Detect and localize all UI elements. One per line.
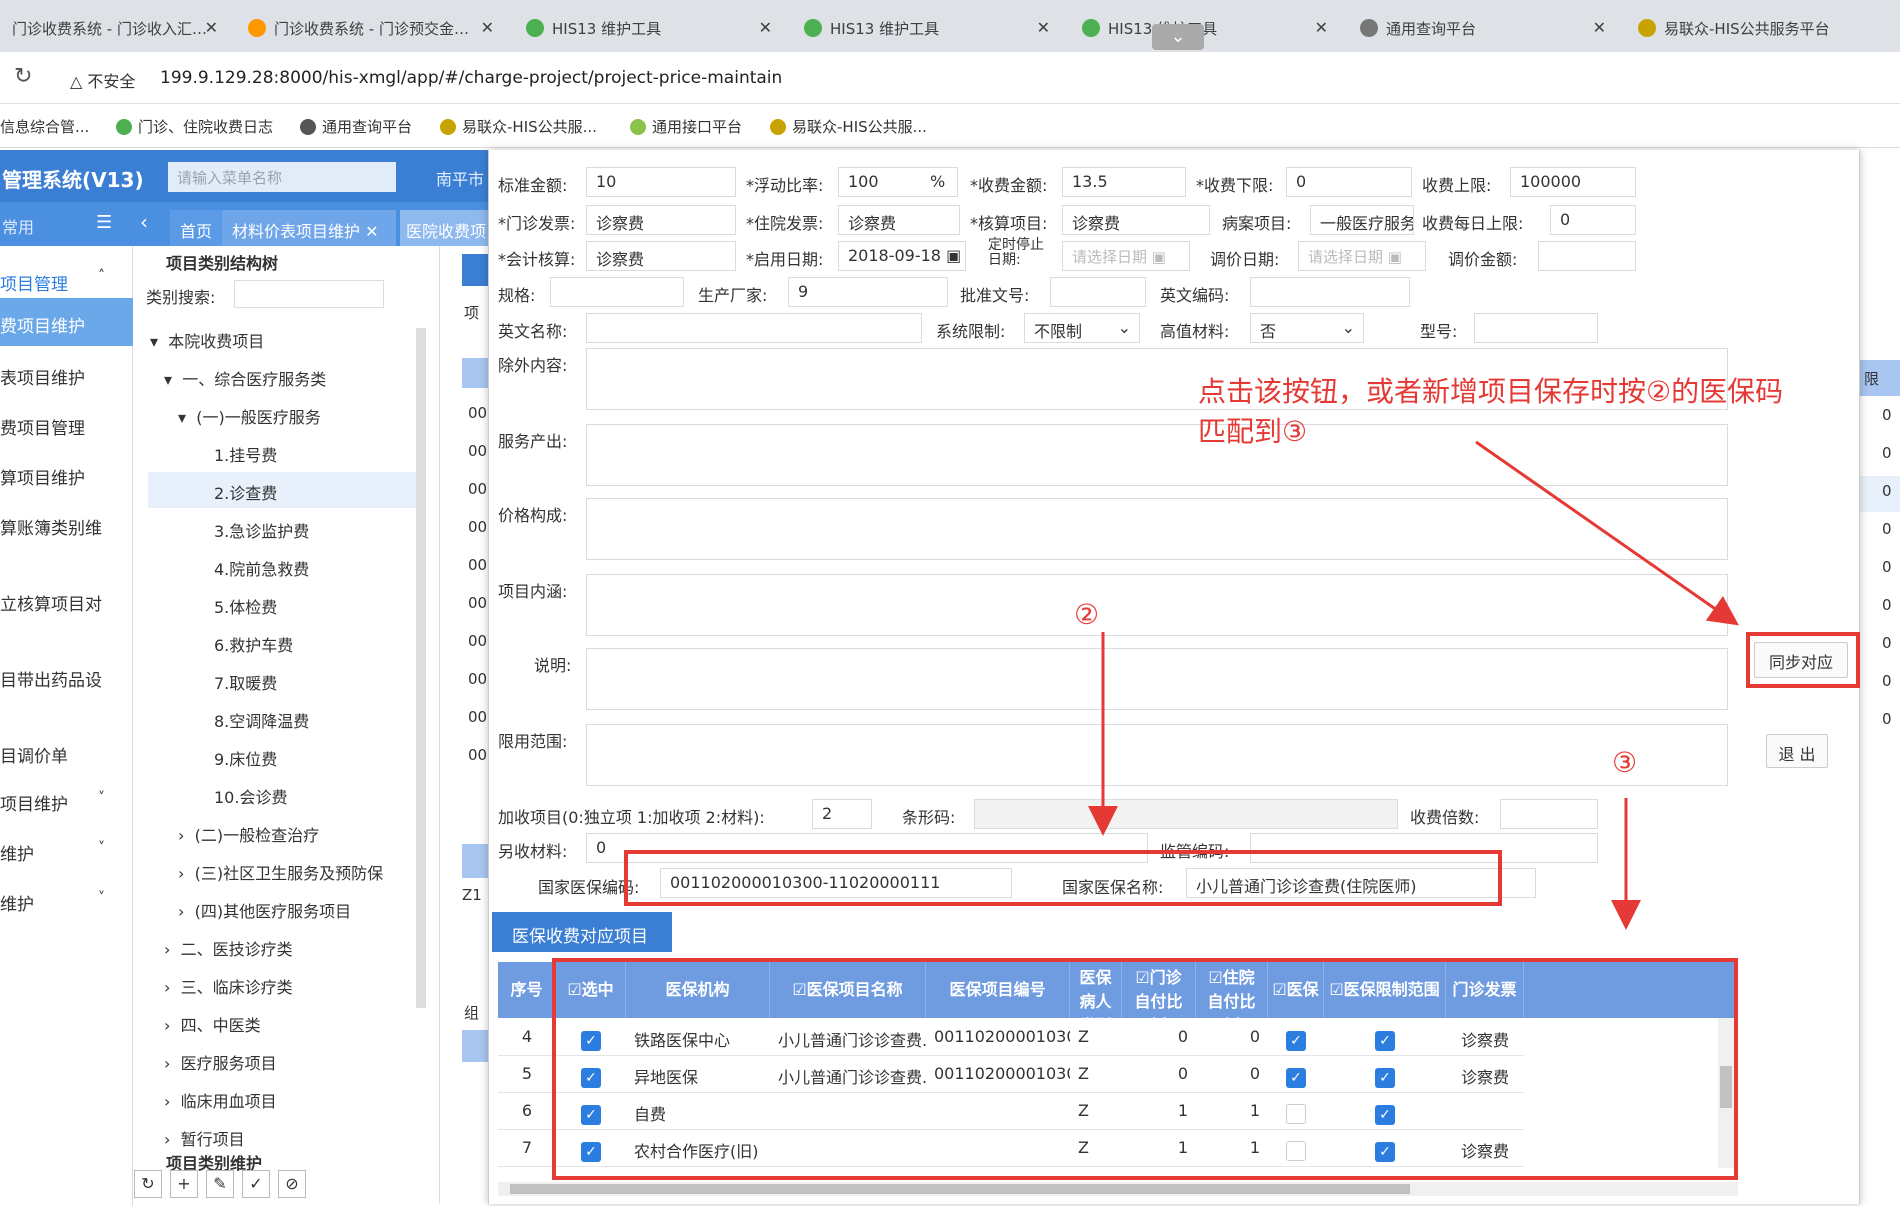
table-cell-no: 5	[498, 1055, 556, 1093]
highlight-box-3	[552, 958, 1738, 1180]
table-cell-no: 6	[498, 1092, 556, 1130]
arrow-to-sync	[1475, 440, 1739, 626]
scrollbar-thumb[interactable]	[510, 1184, 1410, 1194]
table-cell-no: 4	[498, 1018, 556, 1056]
table-cell-no: 7	[498, 1129, 556, 1167]
col-header[interactable]: 序号	[498, 962, 556, 1018]
